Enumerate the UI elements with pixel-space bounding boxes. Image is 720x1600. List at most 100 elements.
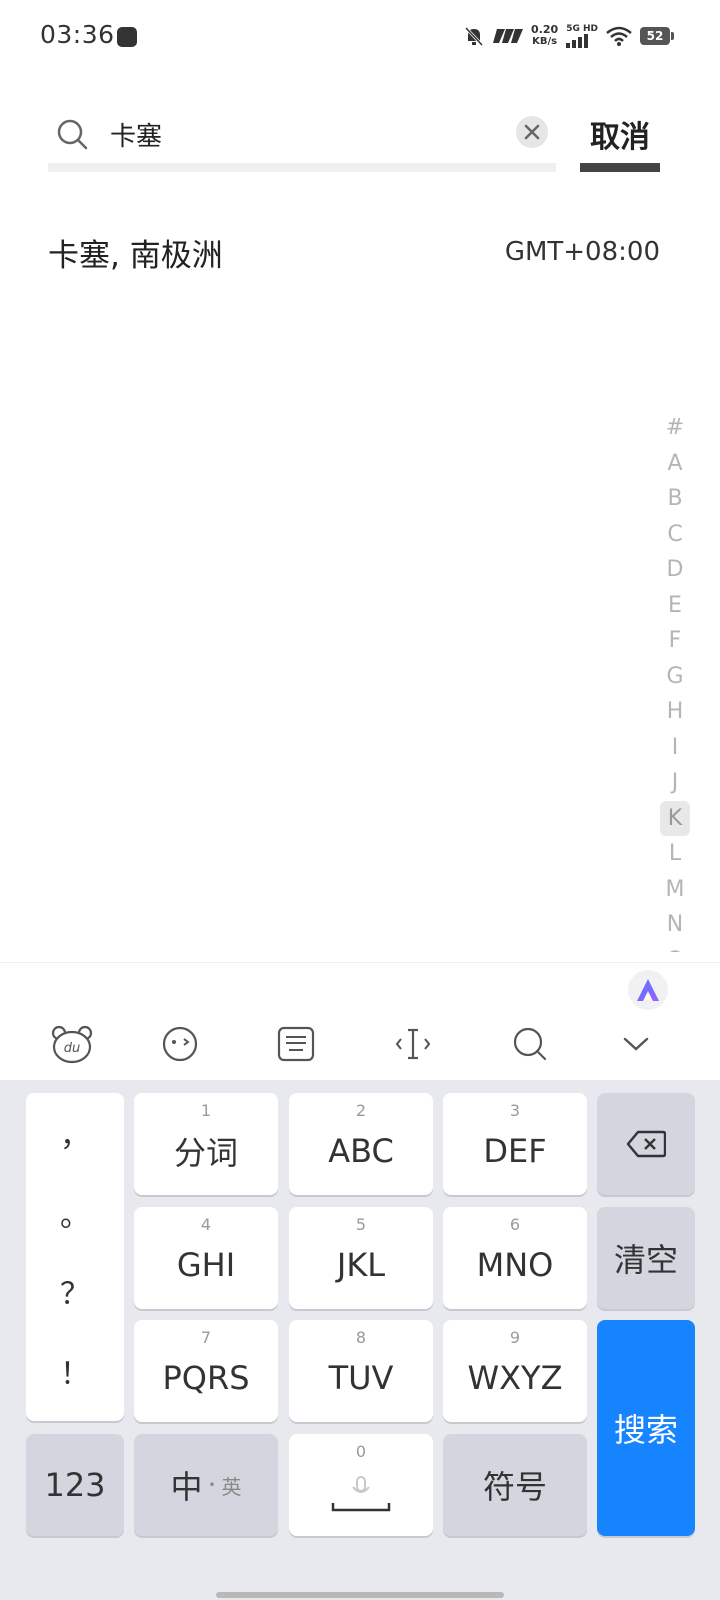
symbols-button[interactable]: 符号 xyxy=(443,1434,587,1536)
key-number: 7 xyxy=(200,1328,212,1347)
key-label: DEF xyxy=(483,1132,547,1170)
keyboard-toolbar xyxy=(0,963,720,1080)
cancel-button[interactable]: 取消 xyxy=(580,100,660,172)
search-icon xyxy=(57,119,88,150)
key-number: 6 xyxy=(509,1215,521,1234)
key-4-ghi[interactable]: 4 GHI xyxy=(134,1207,278,1309)
cursor-move-button[interactable] xyxy=(391,1024,435,1064)
search-icon xyxy=(513,1027,547,1061)
status-bar: 03:36 0.20 KB/s 5G HD 52 xyxy=(0,0,720,76)
result-city: 卡塞, 南极洲 xyxy=(48,237,223,274)
alpha-letter[interactable]: D xyxy=(660,552,690,588)
key-label: GHI xyxy=(176,1246,236,1284)
status-time: 03:36 xyxy=(40,20,115,49)
alpha-letter[interactable]: J xyxy=(660,765,690,801)
battery-icon: 52 xyxy=(640,27,674,45)
hide-keyboard-button[interactable] xyxy=(614,1024,658,1064)
key-9-wxyz[interactable]: 9 WXYZ xyxy=(443,1320,587,1422)
text-cursor-icon xyxy=(395,1028,431,1060)
numbers-mode-label: 123 xyxy=(44,1466,106,1504)
search-box[interactable] xyxy=(48,100,556,172)
punctuation-column[interactable]: ， 。 ？ ！ xyxy=(26,1093,124,1421)
net-hd-label: HD xyxy=(582,24,598,34)
key-label: TUV xyxy=(328,1359,394,1397)
chevron-down-icon xyxy=(623,1037,649,1051)
space-bar-icon xyxy=(331,1503,391,1512)
punct-period[interactable]: 。 xyxy=(26,1191,124,1235)
key-3-def[interactable]: 3 DEF xyxy=(443,1093,587,1195)
microphone-icon xyxy=(352,1476,370,1493)
key-label: MNO xyxy=(476,1246,554,1284)
home-indicator[interactable] xyxy=(216,1592,504,1598)
mute-bell-icon xyxy=(464,26,484,47)
key-label: PQRS xyxy=(162,1359,250,1397)
lang-secondary: 英 xyxy=(221,1474,242,1499)
search-input[interactable] xyxy=(110,112,500,156)
alpha-letter[interactable]: O xyxy=(660,943,690,953)
alpha-letter[interactable]: # xyxy=(660,410,690,446)
key-2-abc[interactable]: 2 ABC xyxy=(289,1093,433,1195)
key-label: ABC xyxy=(328,1132,394,1170)
alpha-letter-active[interactable]: K xyxy=(660,800,690,836)
alpha-letter[interactable]: H xyxy=(660,694,690,730)
key-number: 2 xyxy=(355,1101,367,1120)
language-toggle-button[interactable]: 中 • 英 xyxy=(134,1434,278,1536)
du-bear-icon: du xyxy=(51,1025,93,1064)
close-icon xyxy=(524,124,540,140)
key-number: 5 xyxy=(355,1215,367,1234)
backspace-button[interactable] xyxy=(597,1093,695,1195)
network-speed: 0.20 KB/s xyxy=(531,24,558,48)
alpha-letter[interactable]: G xyxy=(660,659,690,695)
wifi-icon xyxy=(606,26,632,46)
ai-assistant-icon xyxy=(637,979,659,1001)
emoji-button[interactable] xyxy=(158,1024,202,1064)
key-1-fenci[interactable]: 1 分词 xyxy=(134,1093,278,1195)
keyboard-layout-button[interactable] xyxy=(274,1024,318,1064)
alpha-letter[interactable]: I xyxy=(660,730,690,766)
key-number: 3 xyxy=(509,1101,521,1120)
alpha-letter[interactable]: C xyxy=(660,517,690,553)
key-6-mno[interactable]: 6 MNO xyxy=(443,1207,587,1309)
status-right: 0.20 KB/s 5G HD 52 xyxy=(463,24,674,48)
search-submit-button[interactable]: 搜索 xyxy=(597,1320,695,1536)
key-label: 分词 xyxy=(173,1134,238,1172)
hd-signal-icon xyxy=(493,29,524,43)
svg-text:du: du xyxy=(64,1041,81,1056)
clear-button[interactable]: 清空 xyxy=(597,1207,695,1309)
key-5-jkl[interactable]: 5 JKL xyxy=(289,1207,433,1309)
alpha-letter[interactable]: L xyxy=(660,836,690,872)
key-label: WXYZ xyxy=(467,1359,563,1397)
search-underline xyxy=(48,163,556,172)
alphabet-index[interactable]: # A B C D E F G H I J K L M N O xyxy=(660,410,690,952)
punct-exclamation[interactable]: ！ xyxy=(26,1349,124,1393)
alpha-letter[interactable]: F xyxy=(660,623,690,659)
alpha-letter[interactable]: E xyxy=(660,588,690,624)
cancel-underline xyxy=(580,163,660,172)
clear-search-button[interactable] xyxy=(516,116,548,148)
key-number: 4 xyxy=(200,1215,212,1234)
du-bear-button[interactable]: du xyxy=(50,1024,94,1064)
cellular-indicator: 5G HD xyxy=(566,24,598,48)
result-timezone: GMT+08:00 xyxy=(504,237,660,267)
keyboard-search-button[interactable] xyxy=(508,1024,552,1064)
alpha-letter[interactable]: B xyxy=(660,481,690,517)
key-7-pqrs[interactable]: 7 PQRS xyxy=(134,1320,278,1422)
key-number: 1 xyxy=(200,1101,212,1120)
key-8-tuv[interactable]: 8 TUV xyxy=(289,1320,433,1422)
signal-bars-icon xyxy=(566,34,598,48)
alpha-letter[interactable]: M xyxy=(660,872,690,908)
numbers-mode-button[interactable]: 123 xyxy=(26,1434,124,1536)
search-submit-label: 搜索 xyxy=(613,1411,678,1449)
ai-assistant-button[interactable] xyxy=(628,970,668,1010)
battery-level: 52 xyxy=(646,29,664,43)
space-key[interactable]: 0 xyxy=(289,1434,433,1536)
message-icon xyxy=(117,27,137,47)
symbols-label: 符号 xyxy=(482,1468,547,1506)
cancel-label: 取消 xyxy=(590,120,650,155)
alpha-letter[interactable]: A xyxy=(660,446,690,482)
result-row[interactable]: 卡塞, 南极洲 GMT+08:00 xyxy=(48,222,660,282)
alpha-letter[interactable]: N xyxy=(660,907,690,943)
punct-question[interactable]: ？ xyxy=(26,1269,124,1313)
keyboard-icon xyxy=(277,1026,315,1062)
punct-comma[interactable]: ， xyxy=(26,1111,124,1155)
